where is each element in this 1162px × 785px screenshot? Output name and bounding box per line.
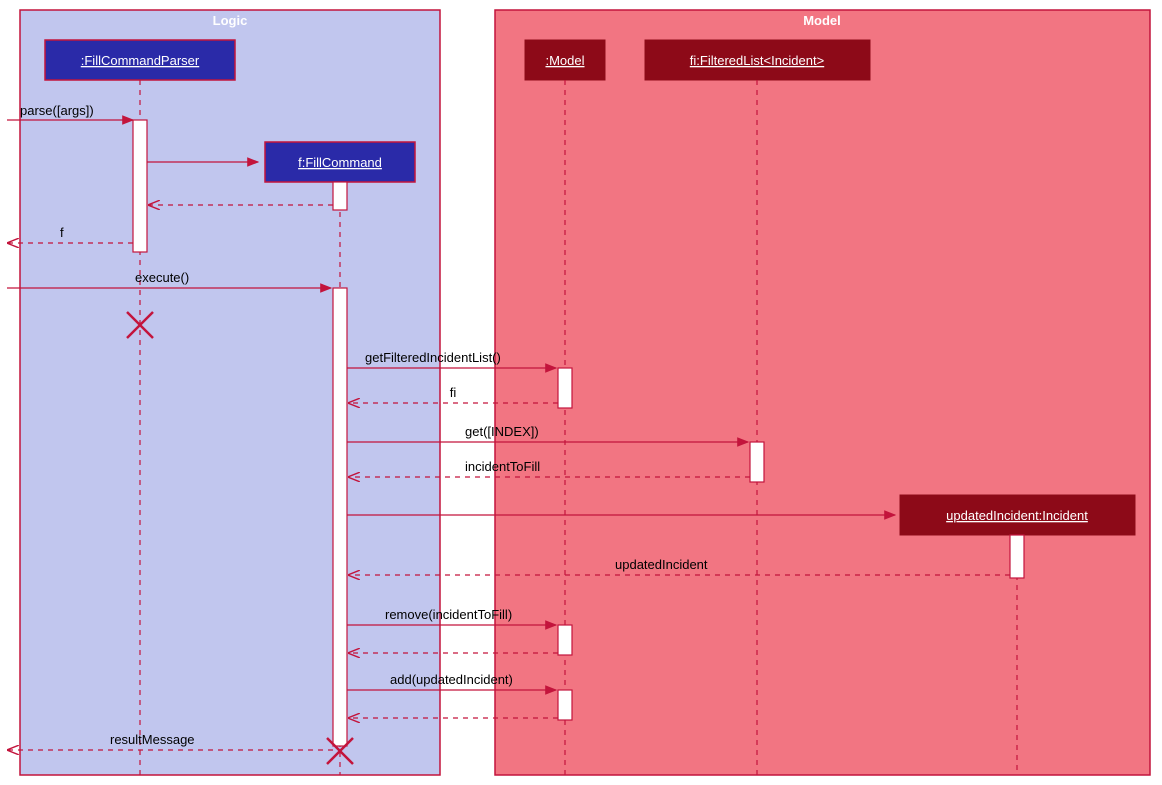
msg-execute-label: execute() bbox=[135, 270, 189, 285]
return-updatedincident-label: updatedIncident bbox=[615, 557, 708, 572]
msg-add-label: add(updatedIncident) bbox=[390, 672, 513, 687]
participant-parser-label: :FillCommandParser bbox=[81, 53, 200, 68]
return-incidenttofill-label: incidentToFill bbox=[465, 459, 540, 474]
activation-command-execute bbox=[333, 288, 347, 746]
return-f-label: f bbox=[60, 225, 64, 240]
msg-getindex-label: get([INDEX]) bbox=[465, 424, 539, 439]
logic-box bbox=[20, 10, 440, 775]
model-box bbox=[495, 10, 1150, 775]
logic-box-label: Logic bbox=[213, 13, 248, 28]
participant-filteredlist-label: fi:FilteredList<Incident> bbox=[690, 53, 824, 68]
msg-getfiltered-label: getFilteredIncidentList() bbox=[365, 350, 501, 365]
return-fi-label: fi bbox=[450, 385, 457, 400]
participant-incident-label: updatedIncident:Incident bbox=[946, 508, 1088, 523]
activation-model-getfiltered bbox=[558, 368, 572, 408]
msg-remove-label: remove(incidentToFill) bbox=[385, 607, 512, 622]
activation-incident-create bbox=[1010, 535, 1024, 578]
participant-command-label: f:FillCommand bbox=[298, 155, 382, 170]
activation-model-add bbox=[558, 690, 572, 720]
activation-command-create bbox=[333, 182, 347, 210]
sequence-diagram: Logic Model :FillCommandParser :Model fi… bbox=[5, 5, 1157, 780]
model-box-label: Model bbox=[803, 13, 841, 28]
msg-parse-label: parse([args]) bbox=[20, 103, 94, 118]
return-resultmessage-label: resultMessage bbox=[110, 732, 195, 747]
activation-filtered-get bbox=[750, 442, 764, 482]
activation-model-remove bbox=[558, 625, 572, 655]
participant-model-label: :Model bbox=[545, 53, 584, 68]
activation-parser bbox=[133, 120, 147, 252]
